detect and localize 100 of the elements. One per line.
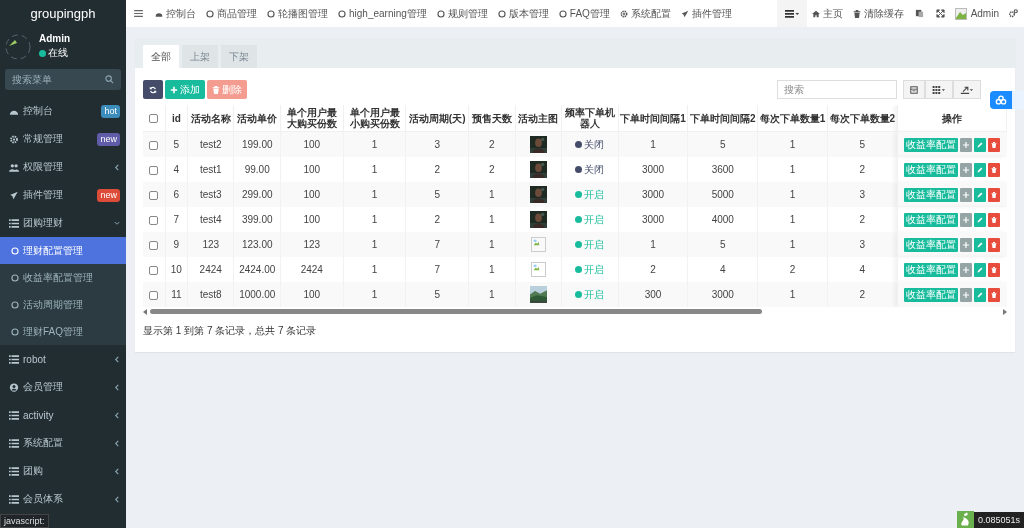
menu-item[interactable]: 会员管理	[0, 373, 126, 401]
menu-item[interactable]: robot	[0, 345, 126, 373]
table-cell: 1	[343, 282, 406, 307]
trash-icon	[991, 266, 998, 273]
delete-button[interactable]	[988, 137, 1001, 152]
table-cell: 123.00	[233, 232, 281, 257]
export-button[interactable]	[953, 80, 981, 99]
tab[interactable]: 全部	[143, 45, 179, 68]
move-button[interactable]	[960, 137, 973, 152]
submenu-item[interactable]: 活动周期管理	[0, 291, 126, 318]
table-cell: 5000	[687, 182, 758, 207]
menu-search-field[interactable]: 搜索菜单	[5, 69, 121, 90]
move-button[interactable]	[960, 187, 973, 202]
export-icon	[960, 85, 974, 94]
move-button[interactable]	[960, 262, 973, 277]
edit-button[interactable]	[974, 237, 987, 252]
circle-icon	[338, 9, 346, 18]
edit-button[interactable]	[974, 162, 987, 177]
table-cell: 5	[405, 282, 469, 307]
table-view-button[interactable]	[903, 80, 925, 99]
nav-tab[interactable]: FAQ管理	[553, 6, 615, 21]
table-cell: 3	[827, 182, 898, 207]
toolbar-link[interactable]: 主页	[806, 6, 848, 21]
move-button[interactable]	[960, 237, 973, 252]
cloud-tab-button[interactable]	[990, 91, 1024, 109]
nav-tab[interactable]: 系统配置	[614, 6, 676, 21]
submenu-item[interactable]: 理财配置管理	[0, 237, 126, 264]
edit-button[interactable]	[974, 287, 987, 302]
move-button[interactable]	[960, 287, 973, 302]
scroll-left-icon[interactable]	[143, 308, 147, 315]
menu-item[interactable]: 权限管理	[0, 153, 126, 181]
delete-button[interactable]	[988, 237, 1001, 252]
menu-dropdown-button[interactable]	[776, 0, 807, 27]
menu-badge: new	[97, 188, 120, 202]
avatar-icon[interactable]	[954, 7, 967, 20]
gear-icon	[9, 134, 19, 144]
trash-icon	[991, 166, 998, 173]
scroll-right-icon[interactable]	[1003, 308, 1007, 315]
menu-item[interactable]: 团购	[0, 457, 126, 485]
nav-tab[interactable]: 轮播图管理	[262, 6, 333, 21]
column-header: 单个用户最大购买份数	[286, 107, 337, 129]
nav-tab[interactable]: 版本管理	[492, 6, 554, 21]
table-cell: 5	[687, 232, 758, 257]
select-all-checkbox[interactable]	[149, 114, 159, 124]
columns-button[interactable]	[925, 80, 953, 99]
nav-tab[interactable]: 插件管理	[675, 6, 737, 21]
nav-tab[interactable]: 商品管理	[201, 6, 262, 21]
delete-button[interactable]	[988, 212, 1001, 227]
menu-item[interactable]: 控制台 hot	[0, 97, 126, 125]
move-button[interactable]	[960, 162, 973, 177]
avatar-icon	[5, 33, 31, 60]
row-checkbox[interactable]	[149, 165, 159, 175]
edit-button[interactable]	[974, 137, 987, 152]
row-checkbox[interactable]	[149, 190, 159, 200]
settings-icon[interactable]	[1009, 9, 1018, 18]
search-field[interactable]: 搜索	[777, 80, 897, 99]
menu-item[interactable]: 系统配置	[0, 429, 126, 457]
row-checkbox[interactable]	[149, 290, 159, 300]
nav-tab[interactable]: 控制台	[150, 6, 201, 21]
move-button[interactable]	[960, 212, 973, 227]
delete-button[interactable]	[988, 187, 1001, 202]
delete-button[interactable]	[988, 262, 1001, 277]
pencil-icon	[977, 291, 984, 298]
submenu-item[interactable]: 收益率配置管理	[0, 264, 126, 291]
status-tooltip: javascript:	[0, 514, 49, 528]
menu-item[interactable]: 常规管理 new	[0, 125, 126, 153]
nav-tab[interactable]: high_earning管理	[333, 6, 432, 21]
table-cell: 2	[468, 131, 516, 157]
delete-button[interactable]	[988, 287, 1001, 302]
menu-icon[interactable]	[134, 10, 143, 17]
menu-item[interactable]: activity	[0, 401, 126, 429]
chevron-left-icon	[114, 411, 120, 419]
row-checkbox[interactable]	[149, 215, 159, 225]
edit-button[interactable]	[974, 187, 987, 202]
broken-image-icon	[530, 237, 546, 252]
edit-button[interactable]	[974, 212, 987, 227]
gear-icon	[619, 9, 628, 18]
brand-logo[interactable]: groupingph	[0, 0, 126, 27]
user-name[interactable]: Admin	[966, 8, 1003, 19]
column-header: 预售天数	[471, 112, 512, 124]
grid-icon	[932, 85, 946, 94]
status-label: 关闭	[584, 137, 605, 152]
row-checkbox[interactable]	[149, 240, 159, 250]
toolbar-link[interactable]: 清除缓存	[847, 6, 909, 21]
row-checkbox[interactable]	[149, 265, 159, 275]
fullscreen-icon[interactable]	[935, 9, 945, 18]
delete-button[interactable]	[988, 162, 1001, 177]
submenu-item[interactable]: 理财FAQ管理	[0, 318, 126, 345]
plus-icon	[963, 166, 970, 173]
scrollbar-thumb[interactable]	[150, 309, 762, 314]
menu-item[interactable]: 插件管理 new	[0, 181, 126, 209]
menu-item[interactable]: 团购理财	[0, 209, 126, 237]
menu-item[interactable]: 会员体系	[0, 485, 126, 513]
refresh-button[interactable]	[143, 80, 163, 99]
nav-tab[interactable]: 规则管理	[431, 6, 493, 21]
table-cell: 300	[618, 282, 688, 307]
edit-button[interactable]	[974, 262, 987, 277]
row-checkbox[interactable]	[149, 140, 159, 150]
table-cell: 1	[618, 131, 688, 157]
trash-icon	[212, 85, 220, 94]
